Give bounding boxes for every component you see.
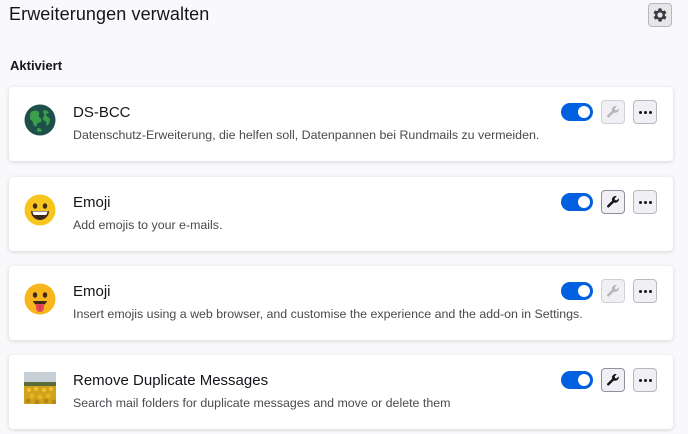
sunflower-field-icon <box>24 372 56 404</box>
more-icon <box>638 289 652 293</box>
extension-name: DS-BCC <box>73 104 131 121</box>
enable-toggle[interactable] <box>561 282 593 300</box>
wrench-icon <box>607 285 619 297</box>
grinning-emoji-icon <box>24 194 56 226</box>
options-button[interactable] <box>601 100 625 124</box>
more-icon <box>638 110 652 114</box>
more-options-button[interactable] <box>633 368 657 392</box>
addons-manager-page: Erweiterungen verwalten Aktiviert DS-BCC… <box>0 0 688 434</box>
extension-card[interactable]: Remove Duplicate Messages Search mail fo… <box>9 355 673 429</box>
extension-card[interactable]: DS-BCC Datenschutz-Erweiterung, die helf… <box>9 87 673 161</box>
extension-description: Search mail folders for duplicate messag… <box>73 396 451 410</box>
more-icon <box>638 378 652 382</box>
extension-description: Add emojis to your e-mails. <box>73 218 223 232</box>
gear-icon <box>653 8 667 22</box>
options-button[interactable] <box>601 190 625 214</box>
extension-card[interactable]: Emoji Add emojis to your e-mails. <box>9 177 673 251</box>
more-options-button[interactable] <box>633 190 657 214</box>
page-header: Erweiterungen verwalten <box>0 0 688 34</box>
enable-toggle[interactable] <box>561 103 593 121</box>
more-options-button[interactable] <box>633 100 657 124</box>
options-button[interactable] <box>601 279 625 303</box>
more-options-button[interactable] <box>633 279 657 303</box>
toggle-knob <box>578 374 590 386</box>
extension-description: Datenschutz-Erweiterung, die helfen soll… <box>73 128 540 142</box>
options-button[interactable] <box>601 368 625 392</box>
page-title: Erweiterungen verwalten <box>9 4 210 24</box>
wrench-icon <box>607 196 619 208</box>
enable-toggle[interactable] <box>561 371 593 389</box>
tongue-emoji-icon <box>24 283 56 315</box>
wrench-icon <box>607 374 619 386</box>
toggle-knob <box>578 106 590 118</box>
settings-button[interactable] <box>648 3 672 27</box>
toggle-knob <box>578 196 590 208</box>
wrench-icon <box>607 106 619 118</box>
more-icon <box>638 200 652 204</box>
enable-toggle[interactable] <box>561 193 593 211</box>
extension-name: Emoji <box>73 283 111 300</box>
toggle-knob <box>578 285 590 297</box>
globe-icon <box>24 104 56 136</box>
extension-description: Insert emojis using a web browser, and c… <box>73 307 583 321</box>
extension-name: Emoji <box>73 194 111 211</box>
section-title-enabled: Aktiviert <box>10 58 63 73</box>
extension-card[interactable]: Emoji Insert emojis using a web browser,… <box>9 266 673 340</box>
extension-name: Remove Duplicate Messages <box>73 372 269 389</box>
